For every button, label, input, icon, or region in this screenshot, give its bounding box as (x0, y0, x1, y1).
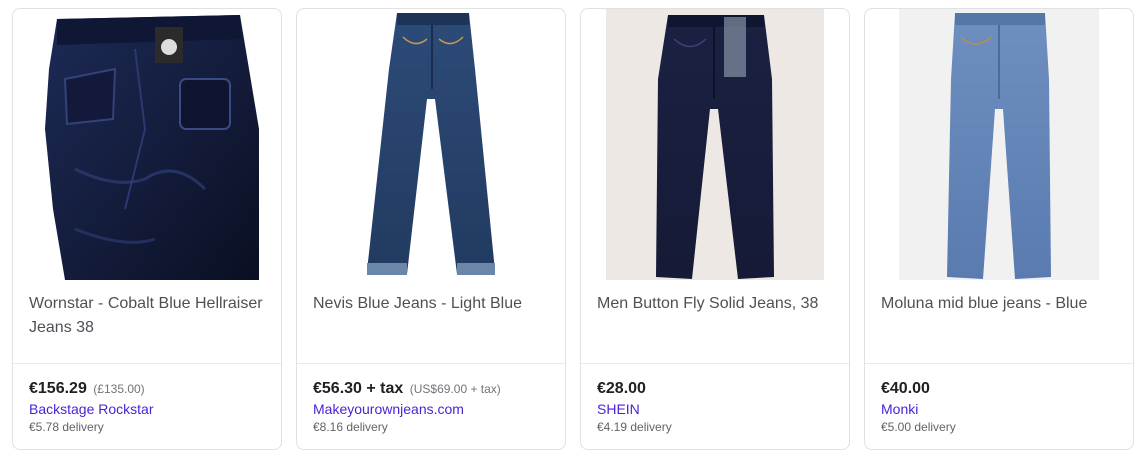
product-image[interactable] (35, 9, 259, 280)
merchant-link[interactable]: Backstage Rockstar (29, 400, 154, 418)
price: €56.30 + tax (313, 380, 404, 397)
price-line: €56.30 + tax (US$69.00 + tax) (313, 379, 501, 399)
delivery-cost: €4.19 delivery (597, 420, 672, 434)
product-title[interactable]: Moluna mid blue jeans - Blue (881, 292, 1117, 316)
product-image[interactable] (319, 9, 543, 280)
price: €156.29 (29, 380, 87, 397)
price-line: €40.00 (881, 379, 930, 399)
divider (865, 363, 1133, 364)
product-image[interactable] (606, 9, 824, 280)
product-title[interactable]: Nevis Blue Jeans - Light Blue (313, 292, 549, 316)
delivery-cost: €8.16 delivery (313, 420, 388, 434)
delivery-cost: €5.78 delivery (29, 420, 104, 434)
product-card[interactable]: Men Button Fly Solid Jeans, 38 €28.00 SH… (580, 8, 850, 450)
product-card[interactable]: Wornstar - Cobalt Blue Hellraiser Jeans … (12, 8, 282, 450)
product-title[interactable]: Wornstar - Cobalt Blue Hellraiser Jeans … (29, 292, 265, 340)
price-line: €156.29 (£135.00) (29, 379, 145, 399)
merchant-link[interactable]: Monki (881, 400, 918, 418)
delivery-cost: €5.00 delivery (881, 420, 956, 434)
divider (581, 363, 849, 364)
price: €28.00 (597, 380, 646, 397)
original-price: (£135.00) (93, 382, 145, 396)
merchant-link[interactable]: SHEIN (597, 400, 640, 418)
price-line: €28.00 (597, 379, 646, 399)
product-card[interactable]: Moluna mid blue jeans - Blue €40.00 Monk… (864, 8, 1134, 450)
merchant-link[interactable]: Makeyourownjeans.com (313, 400, 464, 418)
product-image[interactable] (899, 9, 1099, 280)
product-title[interactable]: Men Button Fly Solid Jeans, 38 (597, 292, 833, 316)
price: €40.00 (881, 380, 930, 397)
original-price: (US$69.00 + tax) (409, 382, 501, 396)
divider (297, 363, 565, 364)
product-card[interactable]: Nevis Blue Jeans - Light Blue €56.30 + t… (296, 8, 566, 450)
divider (13, 363, 281, 364)
